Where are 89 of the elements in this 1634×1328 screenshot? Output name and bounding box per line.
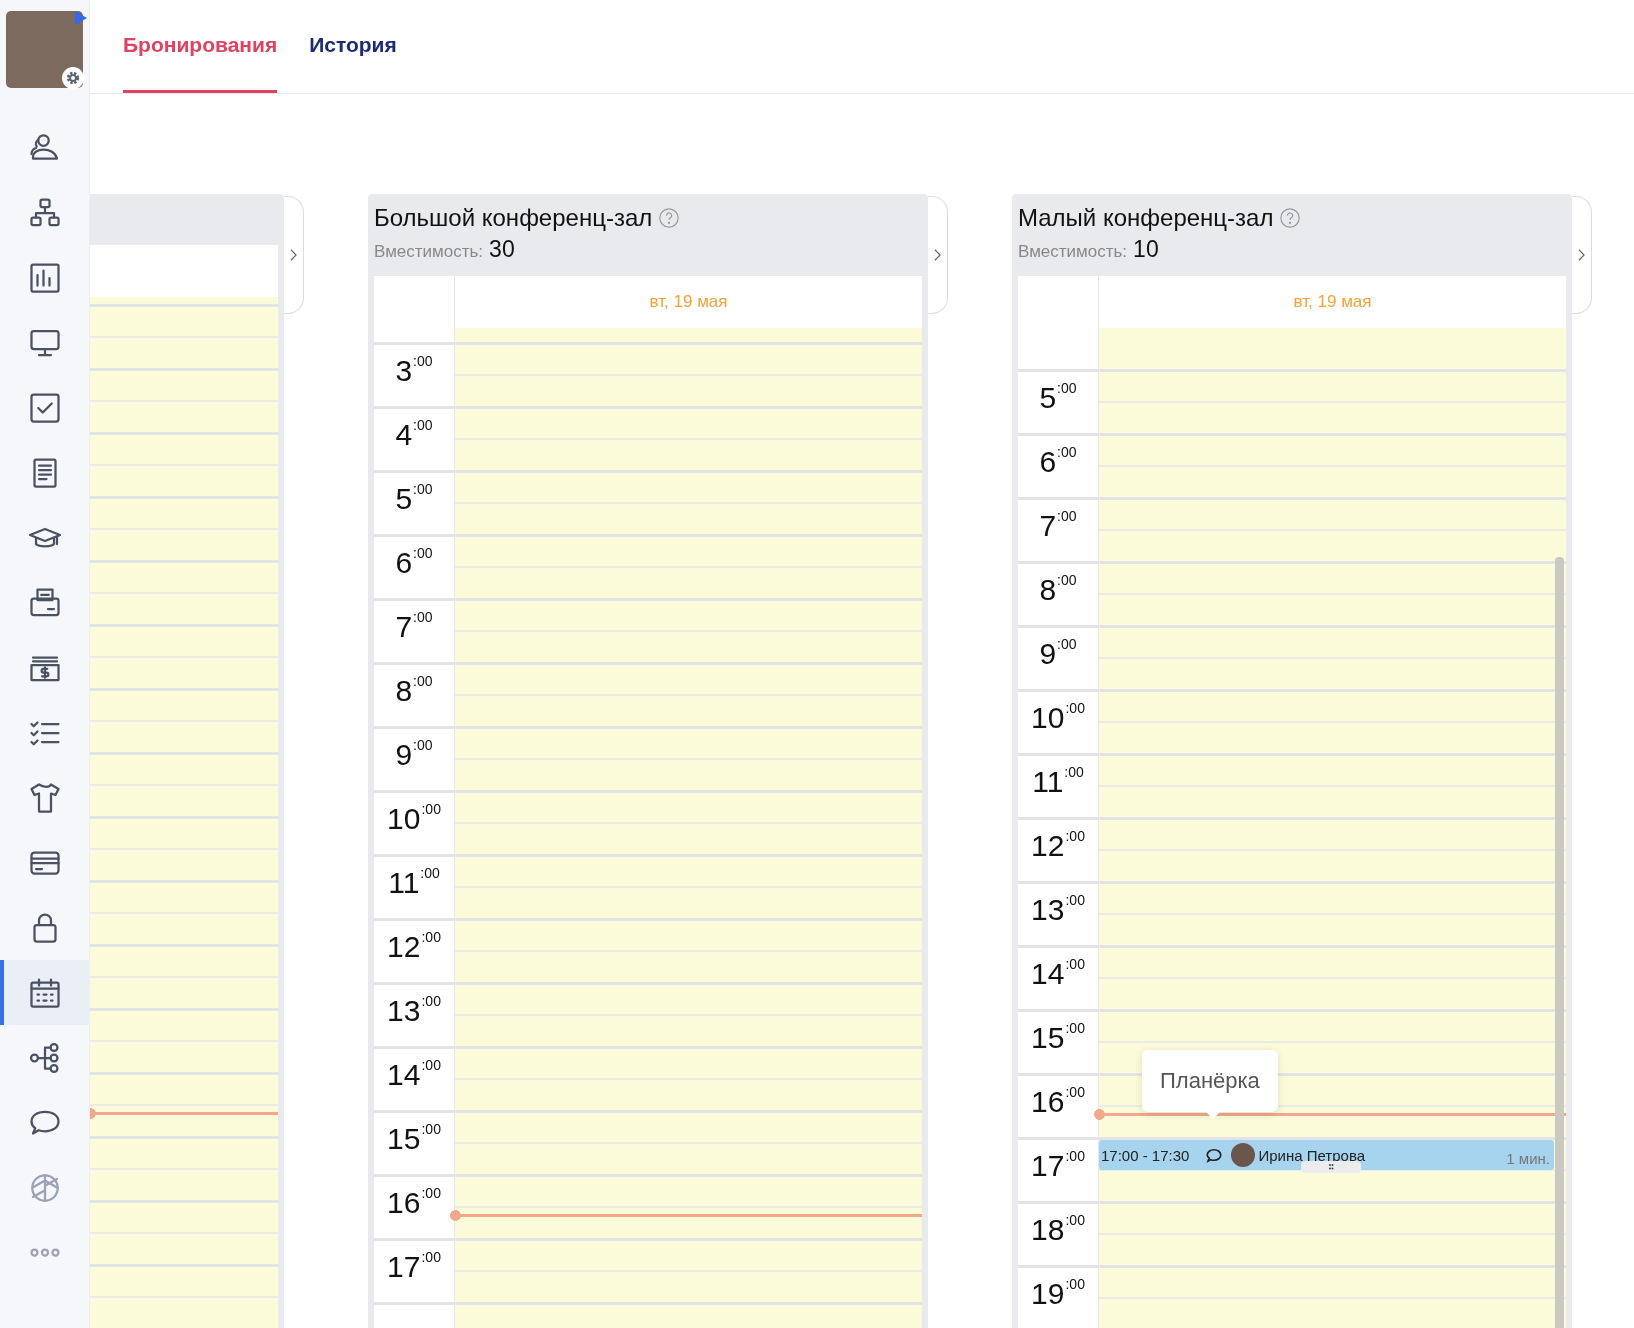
event-time: 17:00 - 17:30 — [1101, 1146, 1190, 1164]
date-header: вт, 19 мая — [1293, 292, 1372, 312]
hour-label: 3$^{:00}$ — [395, 354, 433, 388]
more-icon — [29, 1248, 60, 1257]
time-slot[interactable] — [455, 1241, 922, 1302]
time-slot[interactable] — [1099, 564, 1566, 625]
time-slot[interactable] — [455, 1049, 922, 1110]
time-slot[interactable] — [1099, 500, 1566, 561]
chevron-right-icon — [289, 248, 298, 262]
time-slot[interactable] — [455, 729, 922, 790]
time-slot[interactable] — [1099, 820, 1566, 881]
next-button[interactable] — [1572, 196, 1592, 314]
hour-label: 11$^{:00}$ — [388, 866, 440, 900]
hour-label: 9$^{:00}$ — [395, 738, 433, 772]
hour-label: 8$^{:00}$ — [1039, 573, 1077, 607]
chevron-right-icon — [1577, 248, 1586, 262]
time-slot[interactable] — [455, 1113, 922, 1174]
hour-label: 6$^{:00}$ — [1039, 445, 1077, 479]
time-slot[interactable] — [455, 328, 922, 342]
time-slot[interactable] — [1099, 948, 1566, 1009]
hour-label: 13$^{:00}$ — [1031, 893, 1085, 927]
time-slot[interactable] — [455, 985, 922, 1046]
time-slot[interactable] — [1099, 372, 1566, 433]
sidebar-item[interactable] — [0, 960, 89, 1025]
time-slot[interactable] — [455, 665, 922, 726]
hour-label: 19$^{:00}$ — [1031, 1277, 1085, 1311]
hour-label: 7$^{:00}$ — [395, 610, 433, 644]
hour-label: 12$^{:00}$ — [387, 930, 441, 964]
help-icon[interactable] — [1279, 207, 1302, 229]
time-slot[interactable] — [455, 345, 922, 406]
next-button[interactable] — [284, 196, 304, 314]
settings-icon[interactable] — [62, 67, 84, 89]
hour-label: 10$^{:00}$ — [387, 802, 441, 836]
time-slot[interactable] — [455, 793, 922, 854]
hour-label: 9$^{:00}$ — [1039, 637, 1077, 671]
time-slot[interactable] — [455, 857, 922, 918]
hour-label: 11$^{:00}$ — [1032, 765, 1084, 799]
time-slot[interactable] — [1099, 436, 1566, 497]
hour-label: 17$^{:00}$ — [387, 1250, 441, 1284]
time-slot[interactable] — [1099, 884, 1566, 945]
time-slot[interactable] — [1099, 692, 1566, 753]
time-slot[interactable] — [90, 1267, 278, 1328]
hour-label: 12$^{:00}$ — [1031, 829, 1085, 863]
time-slot[interactable] — [1099, 328, 1566, 369]
hour-label: 16$^{:00}$ — [387, 1186, 441, 1220]
hour-label: 14$^{:00}$ — [1031, 957, 1085, 991]
chevron-right-icon — [933, 248, 942, 262]
tooltip-pointer — [1205, 1111, 1221, 1119]
capacity-value: 10 — [1133, 236, 1159, 263]
room-title: Большой конференц-зал — [374, 204, 653, 232]
person-name: Ирина Петрова — [1258, 1146, 1366, 1164]
hour-label: 13$^{:00}$ — [387, 994, 441, 1028]
hour-label: 18$^{:00}$ — [1031, 1213, 1085, 1247]
time-slot[interactable] — [455, 409, 922, 470]
hour-label: 15$^{:00}$ — [1031, 1021, 1085, 1055]
time-slot[interactable] — [1099, 628, 1566, 689]
time-slot[interactable] — [455, 921, 922, 982]
hour-label: 7$^{:00}$ — [1039, 509, 1077, 543]
hour-label: 6$^{:00}$ — [395, 546, 433, 580]
help-icon[interactable] — [658, 207, 681, 229]
capacity-value: 30 — [489, 236, 515, 263]
hour-label: 5$^{:00}$ — [395, 482, 433, 516]
room-title: Малый конференц-зал — [1018, 204, 1274, 232]
hour-label: 5$^{:00}$ — [1039, 381, 1077, 415]
next-button[interactable] — [928, 196, 948, 314]
tab[interactable]: Бронирования — [123, 0, 278, 93]
time-slot[interactable] — [455, 473, 922, 534]
time-slot[interactable] — [455, 537, 922, 598]
scrollbar[interactable] — [1555, 557, 1564, 1328]
time-slot[interactable] — [1099, 1204, 1566, 1265]
hour-label: 17$^{:00}$ — [1031, 1149, 1085, 1183]
triangle-icon — [75, 11, 87, 25]
hour-label: 14$^{:00}$ — [387, 1058, 441, 1092]
hour-label: 10$^{:00}$ — [1031, 701, 1085, 735]
event-duration: 1 мин. — [1506, 1149, 1550, 1167]
time-slot[interactable] — [90, 1203, 278, 1264]
hour-label: 8$^{:00}$ — [395, 674, 433, 708]
hour-label: 4$^{:00}$ — [395, 418, 433, 452]
avatar — [1231, 1143, 1256, 1167]
time-slot[interactable] — [1099, 1268, 1566, 1328]
tab[interactable]: История — [309, 0, 397, 93]
tooltip: Планёрка — [1142, 1050, 1278, 1112]
date-header: вт, 19 мая — [649, 292, 728, 312]
capacity-label: Вместимость: — [374, 242, 484, 262]
time-slot[interactable] — [455, 601, 922, 662]
time-slot[interactable] — [1099, 756, 1566, 817]
capacity-label: Вместимость: — [1018, 242, 1128, 262]
hour-label: 16$^{:00}$ — [1031, 1085, 1085, 1119]
hour-label: 15$^{:00}$ — [387, 1122, 441, 1156]
